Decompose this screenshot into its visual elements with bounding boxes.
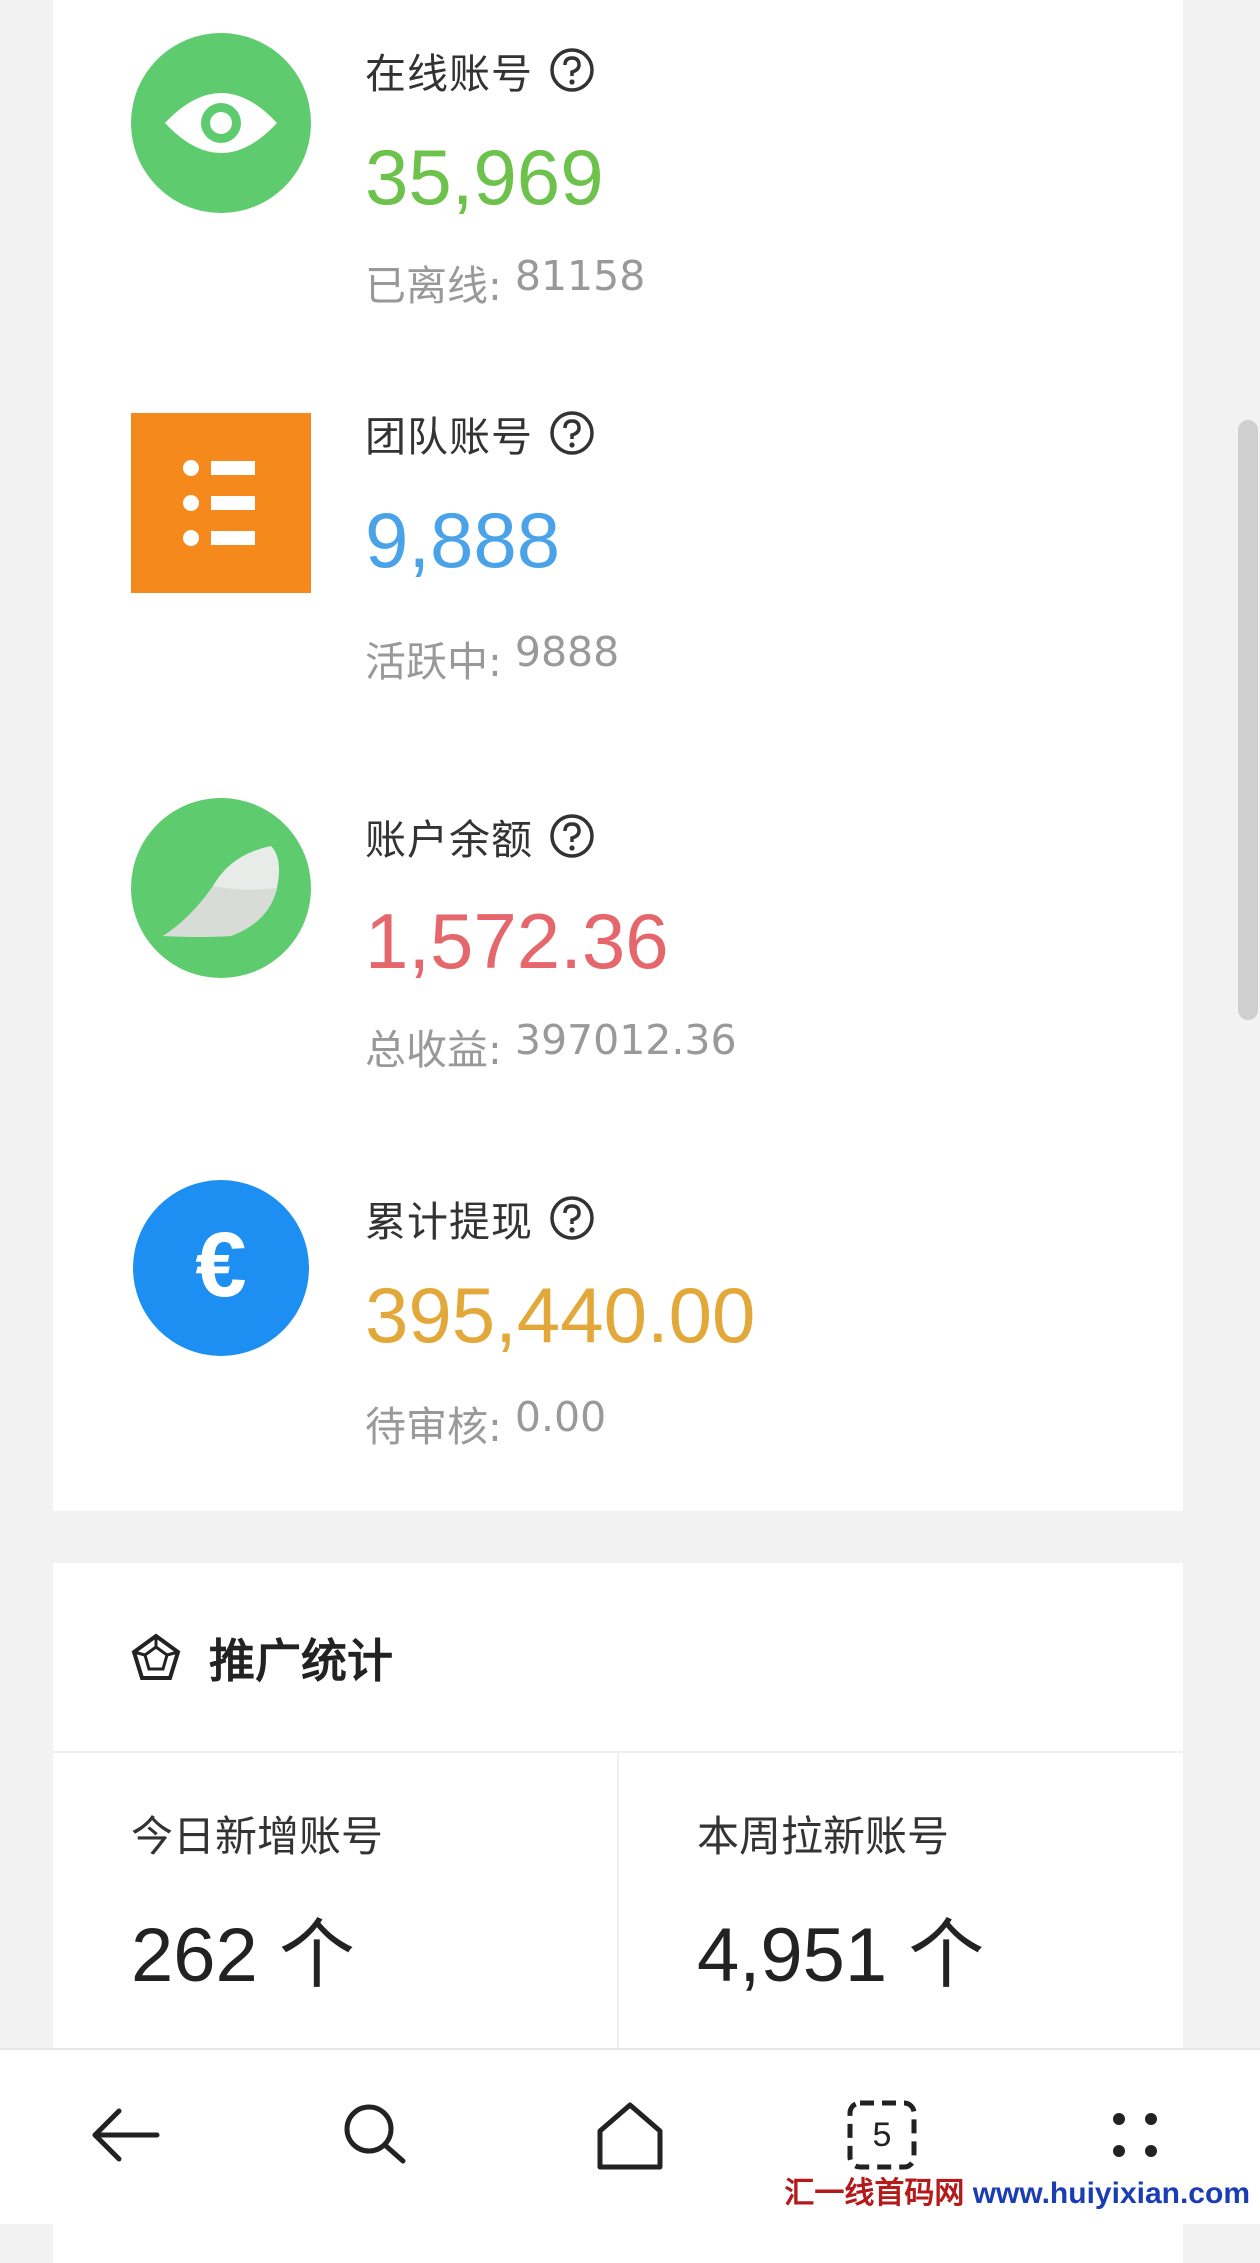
stat-value: 395,440.00 xyxy=(365,1271,756,1359)
help-icon[interactable] xyxy=(549,813,595,859)
scrollbar[interactable] xyxy=(1232,0,1260,2050)
svg-text:€: € xyxy=(195,1214,246,1316)
stat-value: 35,969 xyxy=(365,133,604,221)
back-button[interactable] xyxy=(80,2090,170,2180)
watermark-text-url: www.huiyixian.com xyxy=(964,2177,1250,2210)
tabs-button[interactable]: 5 xyxy=(837,2090,927,2180)
home-button[interactable] xyxy=(585,2090,675,2180)
cell-title: 本周拉新账号 xyxy=(697,1812,950,1861)
stat-account-balance[interactable]: 账户余额 1,572.36 总收益: 397012.36 xyxy=(53,766,1183,1096)
stat-value: 1,572.36 xyxy=(365,897,669,985)
bird-icon xyxy=(131,798,311,978)
back-arrow-icon xyxy=(92,2108,160,2162)
tabs-count: 5 xyxy=(872,2115,892,2154)
list-icon xyxy=(131,413,311,593)
help-icon[interactable] xyxy=(549,1195,595,1241)
stat-value: 9,888 xyxy=(365,496,561,584)
watermark-text-cn: 汇一线首码网 xyxy=(784,2177,965,2210)
stat-sub: 待审核: 0.00 xyxy=(365,1393,607,1451)
stat-sub: 总收益: 397012.36 xyxy=(365,1016,737,1074)
promo-header: 推广统计 xyxy=(53,1563,1183,1753)
help-icon[interactable] xyxy=(549,47,595,93)
cell-title: 今日新增账号 xyxy=(131,1812,384,1861)
euro-icon: € xyxy=(131,1178,311,1358)
menu-dots-icon xyxy=(1113,2113,1157,2157)
cell-value: 4,951 个 xyxy=(697,1913,985,1998)
search-icon xyxy=(344,2104,406,2164)
watermark: 汇一线首码网 www.huiyixian.com xyxy=(778,2170,1256,2218)
search-button[interactable] xyxy=(330,2090,420,2180)
stat-sub: 已离线: 81158 xyxy=(365,252,646,310)
menu-button[interactable] xyxy=(1090,2090,1180,2180)
home-icon xyxy=(597,2102,663,2170)
cell-value: 262 个 xyxy=(131,1913,355,1998)
scrollbar-thumb[interactable] xyxy=(1238,420,1258,1020)
stat-online-accounts[interactable]: 在线账号 35,969 已离线: 81158 xyxy=(53,10,1183,340)
stat-label: 账户余额 xyxy=(365,806,595,866)
stat-sub: 活跃中: 9888 xyxy=(365,628,620,686)
promo-title: 推广统计 xyxy=(209,1634,393,1688)
stat-team-accounts[interactable]: 团队账号 9,888 活跃中: 9888 xyxy=(53,383,1183,713)
help-icon[interactable] xyxy=(549,410,595,456)
stat-total-withdrawal[interactable]: € 累计提现 395,440.00 待审核: 0.00 xyxy=(53,1148,1183,1478)
stat-label: 团队账号 xyxy=(365,403,595,463)
stat-label: 在线账号 xyxy=(365,40,595,100)
stat-label: 累计提现 xyxy=(365,1188,595,1248)
stats-card: 在线账号 35,969 已离线: 81158 团队账号 9,888 活跃中: 9… xyxy=(53,0,1183,1511)
eye-icon xyxy=(131,33,311,213)
pentagon-icon xyxy=(131,1633,181,1680)
